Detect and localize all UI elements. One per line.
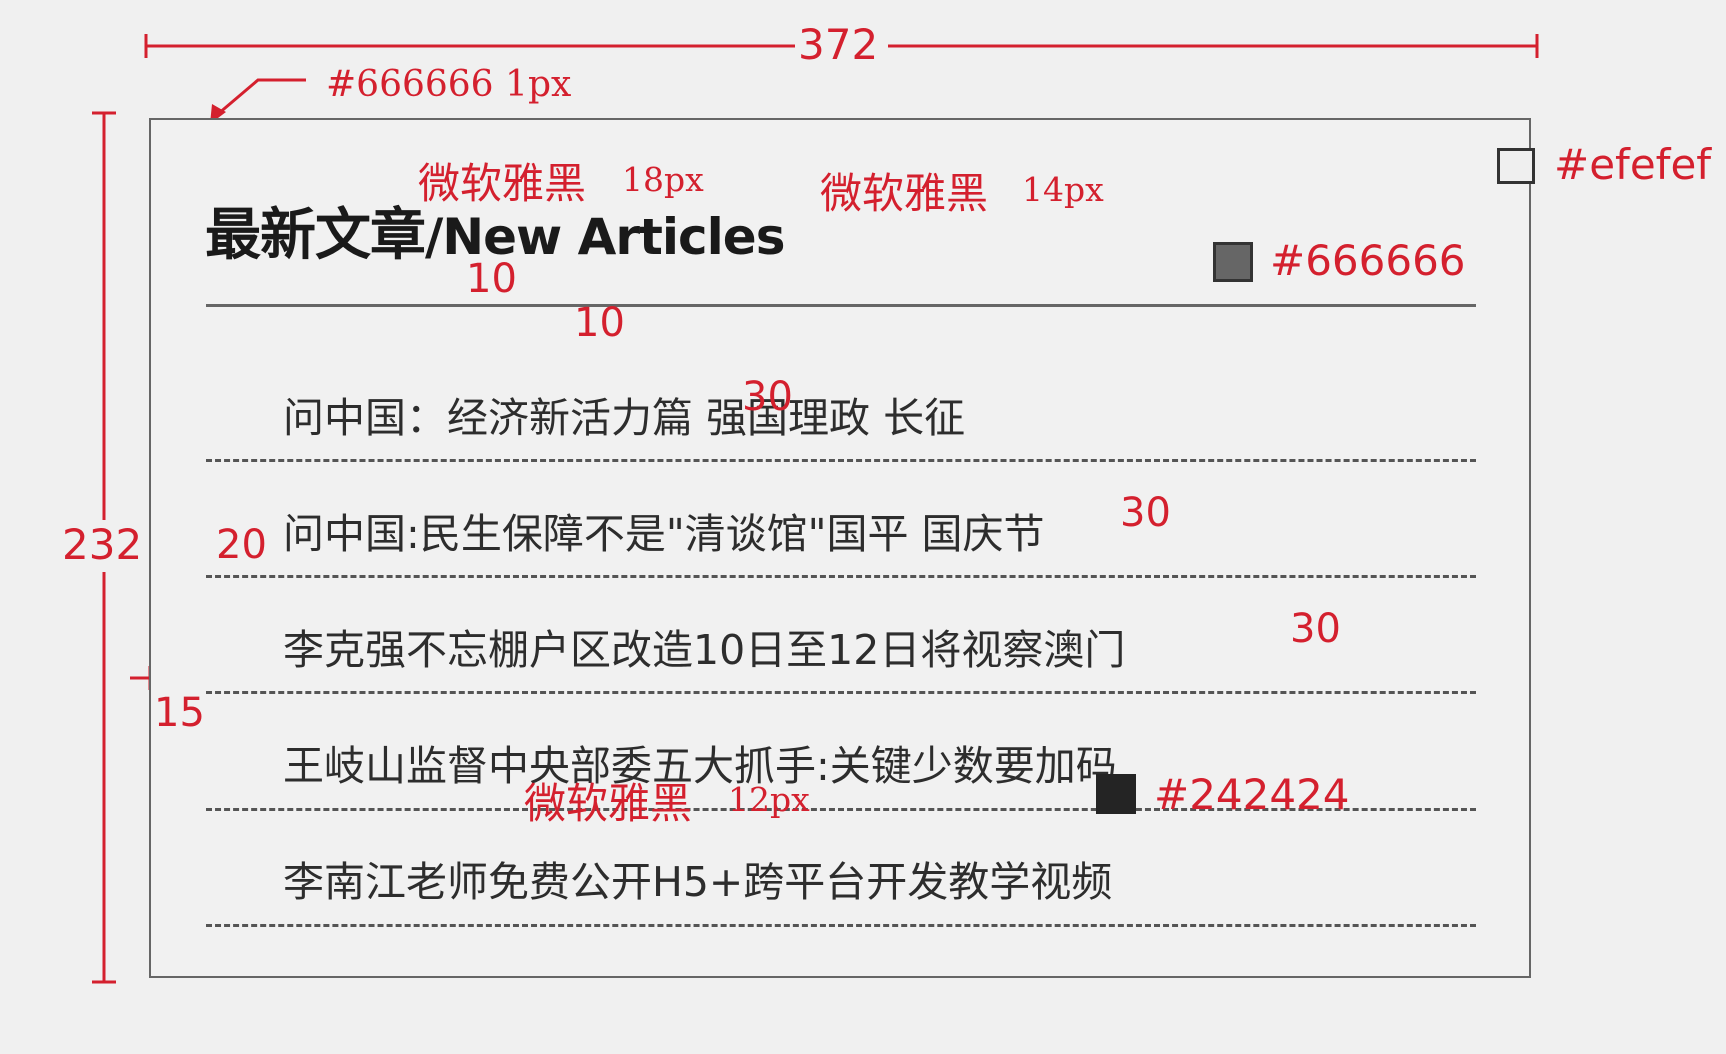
row-height-label: 30 [1120,490,1171,536]
indent-label: 20 [216,522,267,568]
row-height-label: 30 [1290,606,1341,652]
height-label: 232 [62,520,143,569]
en-size-label: 14px [1022,170,1104,209]
list-divider [206,691,1476,694]
list-divider [206,459,1476,462]
swatch-242424 [1096,774,1136,814]
title-size-label: 18px [622,160,704,199]
border-label: #666666 1px [326,64,572,105]
rule-color-label: #666666 [1270,236,1466,285]
article-link[interactable]: 问中国:民生保障不是"清谈馆"国平 国庆节 [283,500,1045,560]
swatch-666666 [1213,242,1253,282]
en-font-label: 微软雅黑 [820,169,989,218]
gap-rule-list-label: 10 [574,300,625,346]
title-font-label: 微软雅黑 [418,159,587,208]
item-size-label: 12px [728,780,810,819]
list-divider [206,575,1476,578]
article-link[interactable]: 王岐山监督中央部委五大抓手:关键少数要加码 [283,732,1117,792]
swatch-efefef [1497,148,1535,184]
item-color-label: #242424 [1154,770,1350,819]
gap-title-rule-label: 10 [466,256,517,302]
panel-title-cn: 最新文章 [205,203,426,268]
margin-label: 15 [154,690,205,736]
bg-color-label: #efefef [1554,140,1712,189]
article-link[interactable]: 李克强不忘棚户区改造10日至12日将视察澳门 [283,616,1125,676]
article-link[interactable]: 问中国：经济新活力篇 强国理政 长征 [283,384,965,444]
article-link[interactable]: 李南江老师免费公开H5+跨平台开发教学视频 [283,848,1112,908]
item-font-label: 微软雅黑 [524,779,693,828]
row-height-label: 30 [742,374,793,420]
list-divider [206,924,1476,927]
title-rule [206,304,1476,307]
width-label: 372 [798,20,879,69]
